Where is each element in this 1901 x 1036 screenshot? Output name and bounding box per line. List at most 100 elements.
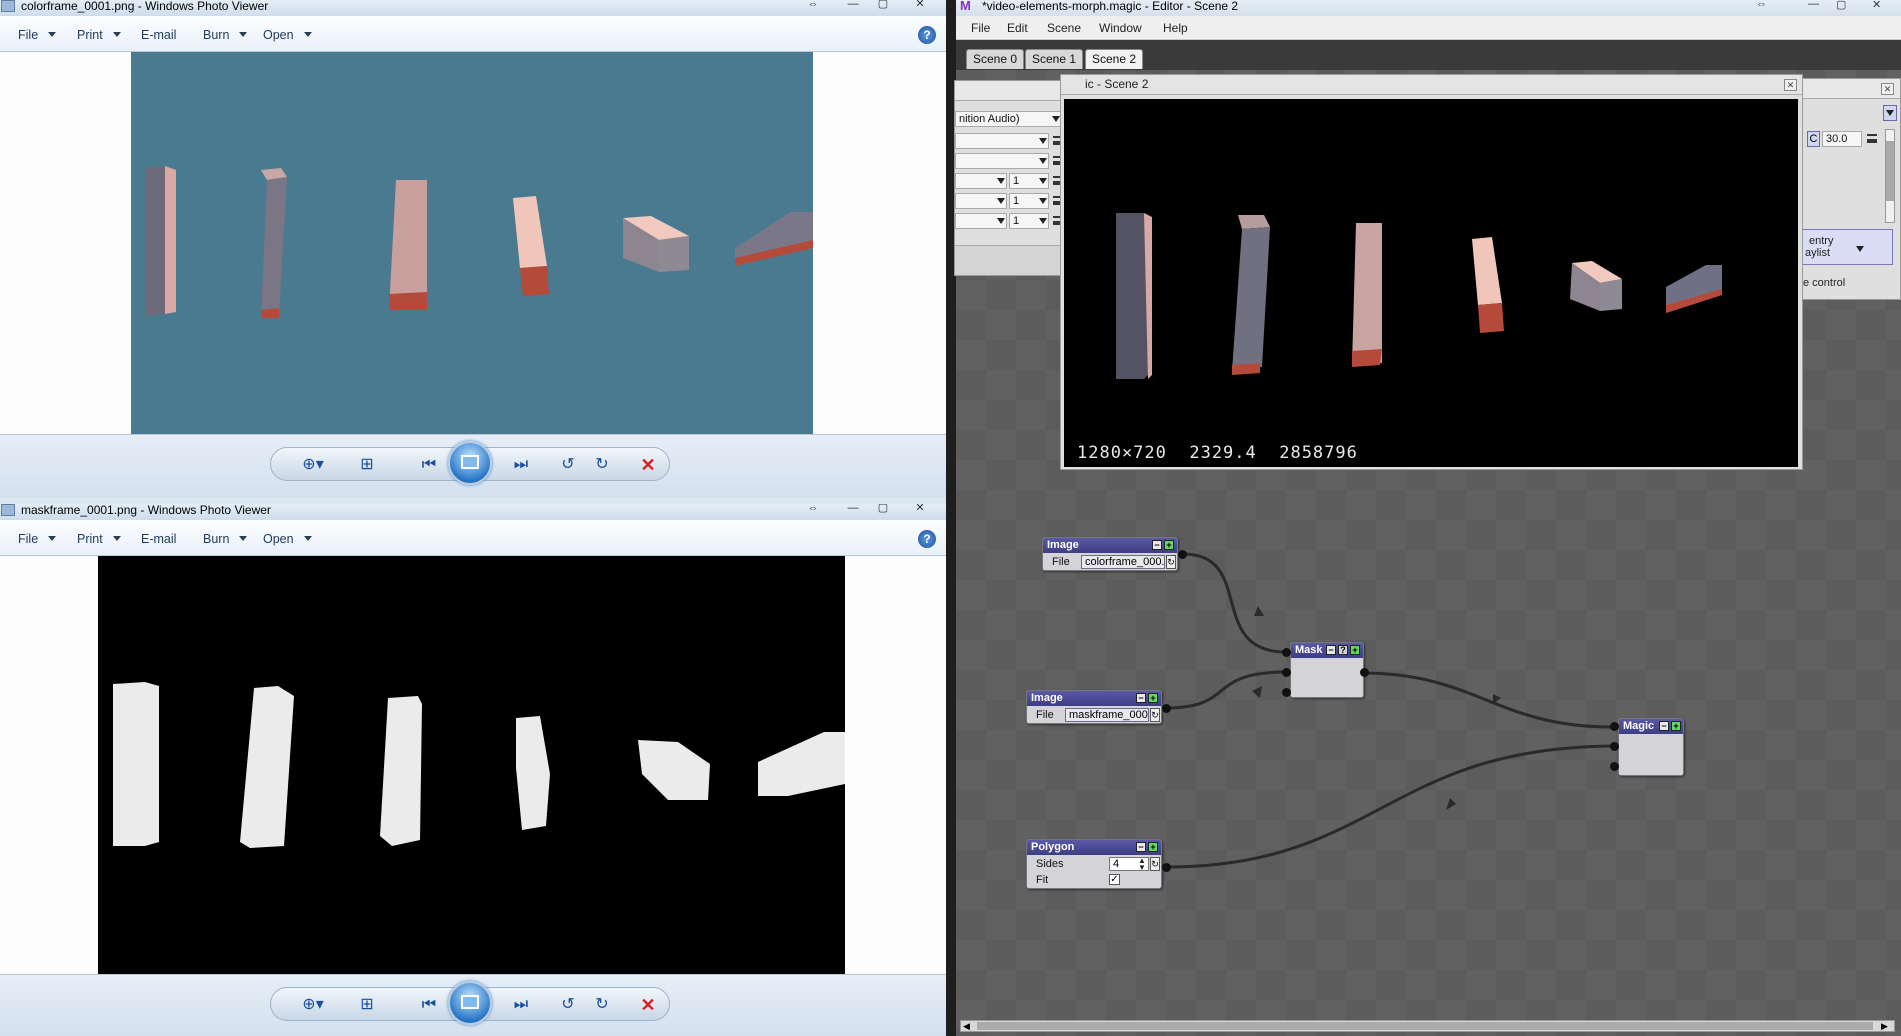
output-port[interactable] [1178, 550, 1187, 559]
delete-icon[interactable]: ✕ [636, 453, 660, 477]
slideshow-button[interactable] [448, 441, 492, 485]
next-icon[interactable]: ⏭ [504, 993, 538, 1017]
title-bar[interactable]: colorframe_0001.png - Windows Photo View… [0, 0, 946, 16]
input-port[interactable] [1610, 722, 1619, 731]
delete-icon[interactable]: ✕ [636, 993, 660, 1017]
minimize-node-icon[interactable]: − [1136, 842, 1146, 852]
minimize-node-icon[interactable]: − [1326, 645, 1336, 655]
add-port-icon[interactable]: + [1148, 693, 1158, 703]
help-icon[interactable]: ? [918, 530, 936, 548]
output-port[interactable] [1162, 704, 1171, 713]
editor-title-bar[interactable]: M *video-elements-morph.magic - Editor -… [956, 0, 1901, 16]
previous-icon[interactable]: ⏮ [412, 993, 446, 1017]
menu-burn[interactable]: Burn [203, 28, 248, 42]
scrollbar-thumb[interactable] [977, 1022, 1873, 1030]
menu-scene[interactable]: Scene [1047, 21, 1081, 35]
file-path-field[interactable]: maskframe_000... [1065, 708, 1149, 722]
menu-file[interactable]: File [18, 532, 57, 546]
input-port[interactable] [1282, 688, 1291, 697]
close-icon[interactable]: ✕ [1881, 83, 1894, 95]
minimize-node-icon[interactable]: − [1152, 540, 1162, 550]
close-icon[interactable]: ✕ [1784, 79, 1797, 91]
slideshow-button[interactable] [448, 981, 492, 1025]
minimize-node-icon[interactable]: − [1136, 693, 1146, 703]
fit-checkbox[interactable]: ✓ [1109, 874, 1120, 885]
menu-file[interactable]: File [18, 28, 57, 42]
add-port-icon[interactable]: + [1164, 540, 1174, 550]
refresh-icon[interactable]: ↻ [1166, 555, 1176, 569]
menu-file[interactable]: File [971, 21, 990, 35]
chevron-down-icon[interactable] [1052, 116, 1060, 122]
audio-device-select[interactable]: nition Audio) [955, 111, 1061, 127]
maximize-button[interactable]: ▢ [1836, 0, 1846, 11]
add-port-icon[interactable]: + [1350, 645, 1360, 655]
rotate-left-icon[interactable]: ↺ [556, 453, 580, 477]
polygon-node[interactable]: Polygon − + Sides 4 ▲ ▼ ↻ Fit ✓ [1026, 839, 1162, 889]
chevron-down-icon [1039, 198, 1047, 204]
title-bar[interactable]: maskframe_0001.png - Windows Photo Viewe… [0, 504, 946, 520]
node-canvas[interactable]: ✕ nition Audio) 1 1 1 [954, 70, 1901, 1036]
menu-open[interactable]: Open [263, 532, 312, 546]
next-icon[interactable]: ⏭ [504, 453, 538, 477]
actual-size-icon[interactable]: ⊞ [355, 453, 379, 477]
input-port[interactable] [1610, 742, 1619, 751]
rotate-right-icon[interactable]: ↻ [590, 993, 614, 1017]
select-field[interactable] [955, 153, 1049, 169]
scroll-left-icon[interactable]: ◀ [963, 1021, 970, 1031]
horizontal-scrollbar[interactable]: ◀ ▶ [960, 1020, 1895, 1032]
refresh-icon[interactable]: ↻ [1150, 708, 1160, 722]
restore-icon[interactable]: ⇔ [798, 504, 828, 516]
actual-size-icon[interactable]: ⊞ [355, 993, 379, 1017]
close-button[interactable]: ✕ [1872, 0, 1881, 11]
menu-email[interactable]: E-mail [141, 532, 176, 546]
zoom-icon[interactable]: ⊕▾ [298, 453, 328, 477]
restore-icon[interactable]: ⇔ [1756, 0, 1767, 10]
close-button[interactable]: ✕ [905, 0, 935, 12]
menu-window[interactable]: Window [1099, 21, 1142, 35]
select-field[interactable] [955, 133, 1049, 149]
menu-edit[interactable]: Edit [1007, 21, 1028, 35]
rotate-left-icon[interactable]: ↺ [556, 993, 580, 1017]
scroll-right-icon[interactable]: ▶ [1881, 1021, 1888, 1031]
rotate-right-icon[interactable]: ↻ [590, 453, 614, 477]
tab-scene-0[interactable]: Scene 0 [966, 49, 1025, 69]
menu-help[interactable]: Help [1163, 21, 1188, 35]
close-button[interactable]: ✕ [905, 504, 935, 516]
restore-icon[interactable]: ⇔ [798, 0, 828, 12]
zoom-icon[interactable]: ⊕▾ [298, 993, 328, 1017]
tab-scene-2[interactable]: Scene 2 [1085, 49, 1144, 69]
preview-title-bar[interactable]: ic - Scene 2 [1061, 75, 1802, 95]
add-port-icon[interactable]: + [1148, 842, 1158, 852]
options-node-icon[interactable]: ? [1338, 645, 1348, 655]
add-port-icon[interactable]: + [1671, 721, 1681, 731]
menu-email[interactable]: E-mail [141, 28, 176, 42]
input-port[interactable] [1282, 668, 1291, 677]
help-icon[interactable]: ? [918, 26, 936, 44]
file-path-field[interactable]: colorframe_000... [1081, 555, 1165, 569]
tab-scene-1[interactable]: Scene 1 [1025, 49, 1084, 69]
output-port[interactable] [1360, 668, 1369, 677]
magic-node[interactable]: Magic − + [1618, 718, 1684, 776]
refresh-icon[interactable]: ↻ [1150, 857, 1160, 871]
maximize-button[interactable]: ▢ [868, 0, 898, 12]
menu-open[interactable]: Open [263, 28, 312, 42]
maximize-button[interactable]: ▢ [868, 504, 898, 516]
stepper-arrows-icon[interactable]: ▲ ▼ [1138, 857, 1146, 872]
menu-burn[interactable]: Burn [203, 532, 248, 546]
minimize-node-icon[interactable]: − [1659, 721, 1669, 731]
minimize-button[interactable]: — [1808, 0, 1819, 10]
menu-print[interactable]: Print [77, 532, 121, 546]
input-port[interactable] [1282, 648, 1291, 657]
output-port[interactable] [1162, 863, 1171, 872]
mask-node[interactable]: Mask − ? + [1290, 642, 1364, 698]
image-node-colorframe[interactable]: Image − + File colorframe_000... ↻ [1042, 537, 1178, 571]
image-node-maskframe[interactable]: Image − + File maskframe_000... ↻ [1026, 690, 1162, 724]
menu-icon[interactable] [1867, 134, 1877, 143]
input-port[interactable] [1610, 762, 1619, 771]
value-field[interactable]: 30.0 [1822, 131, 1862, 147]
minimize-button[interactable]: — [838, 504, 868, 516]
minimize-button[interactable]: — [838, 0, 868, 12]
previous-icon[interactable]: ⏮ [412, 453, 446, 477]
scrollbar-thumb[interactable] [1886, 141, 1894, 201]
menu-print[interactable]: Print [77, 28, 121, 42]
